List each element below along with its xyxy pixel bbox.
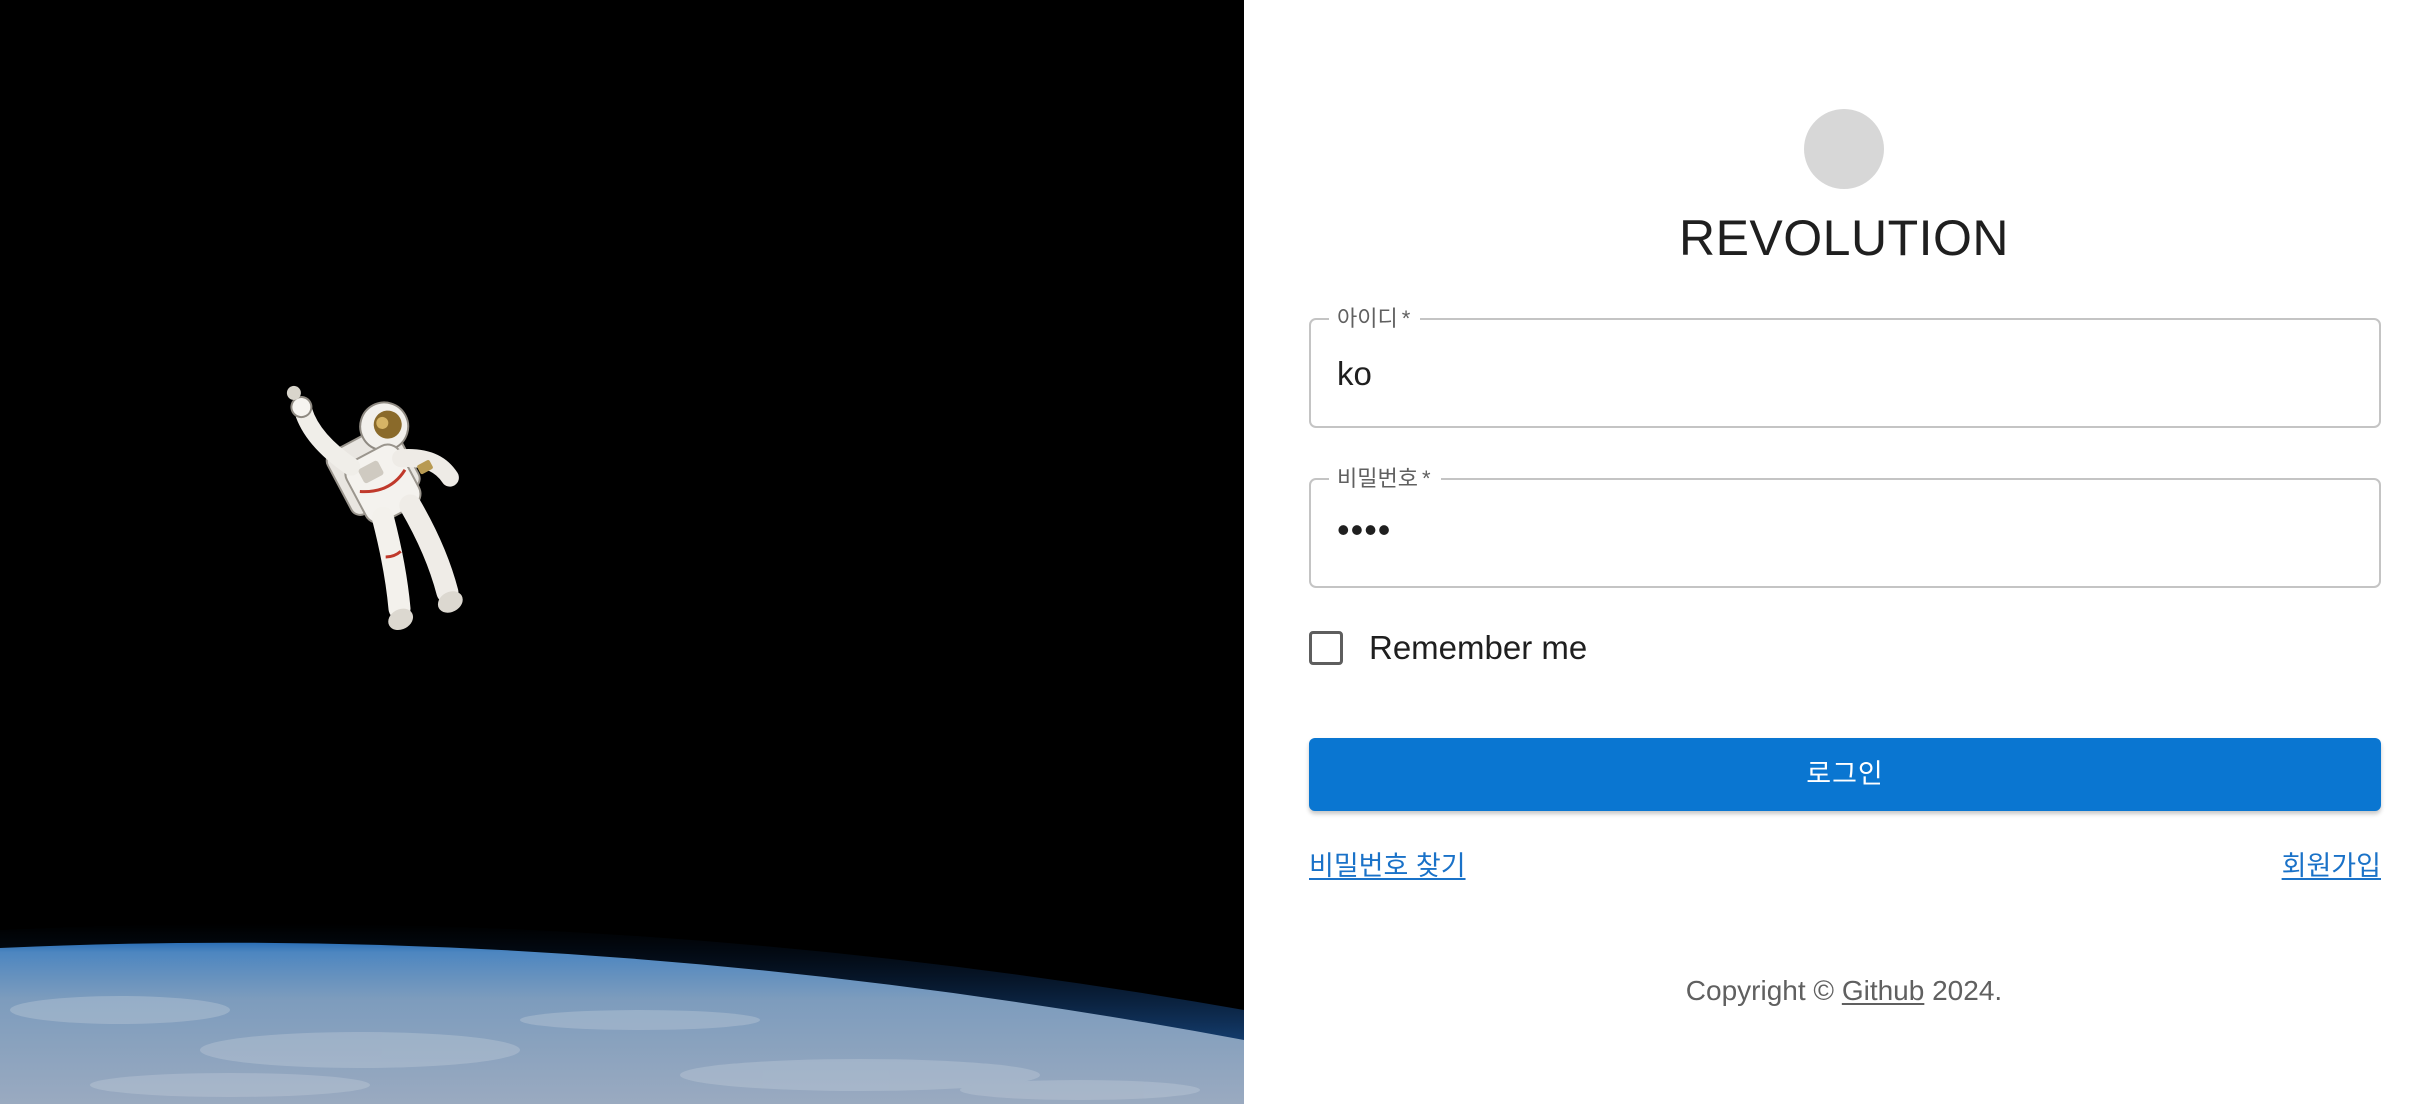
app-title: REVOLUTION <box>1678 210 2010 266</box>
userid-label: 아이디 * <box>1329 304 1421 334</box>
astronaut-earth-illustration <box>0 0 1244 1104</box>
hero-image <box>0 0 1244 1104</box>
copyright-suffix: 2024. <box>1924 975 2003 1006</box>
copyright-prefix: Copyright © <box>1685 975 1842 1006</box>
copyright-footer: Copyright © Github 2024. <box>1244 973 2418 1009</box>
userid-field[interactable]: 아이디 * ko <box>1309 304 2381 428</box>
required-mark: * <box>1401 306 1411 331</box>
login-button[interactable]: 로그인 <box>1309 738 2381 811</box>
password-label: 비밀번호 * <box>1329 464 1441 494</box>
login-page: REVOLUTION 아이디 * ko 비밀번호 * •••• Remember m… <box>0 0 2418 1104</box>
userid-input[interactable]: ko <box>1337 354 1372 394</box>
login-panel: REVOLUTION 아이디 * ko 비밀번호 * •••• Remember m… <box>1244 0 2418 1104</box>
avatar <box>1804 109 1884 189</box>
required-mark: * <box>1421 466 1431 491</box>
userid-label-text: 아이디 <box>1337 306 1398 331</box>
github-link[interactable]: Github <box>1842 975 1925 1006</box>
signup-link[interactable]: 회원가입 <box>2282 848 2381 884</box>
password-field[interactable]: 비밀번호 * •••• <box>1309 464 2381 588</box>
remember-me[interactable]: Remember me <box>1309 626 1587 670</box>
password-label-text: 비밀번호 <box>1337 466 1418 491</box>
remember-label[interactable]: Remember me <box>1369 628 1587 668</box>
password-input[interactable]: •••• <box>1337 510 1391 550</box>
remember-checkbox[interactable] <box>1309 631 1343 665</box>
find-password-link[interactable]: 비밀번호 찾기 <box>1309 848 1466 884</box>
